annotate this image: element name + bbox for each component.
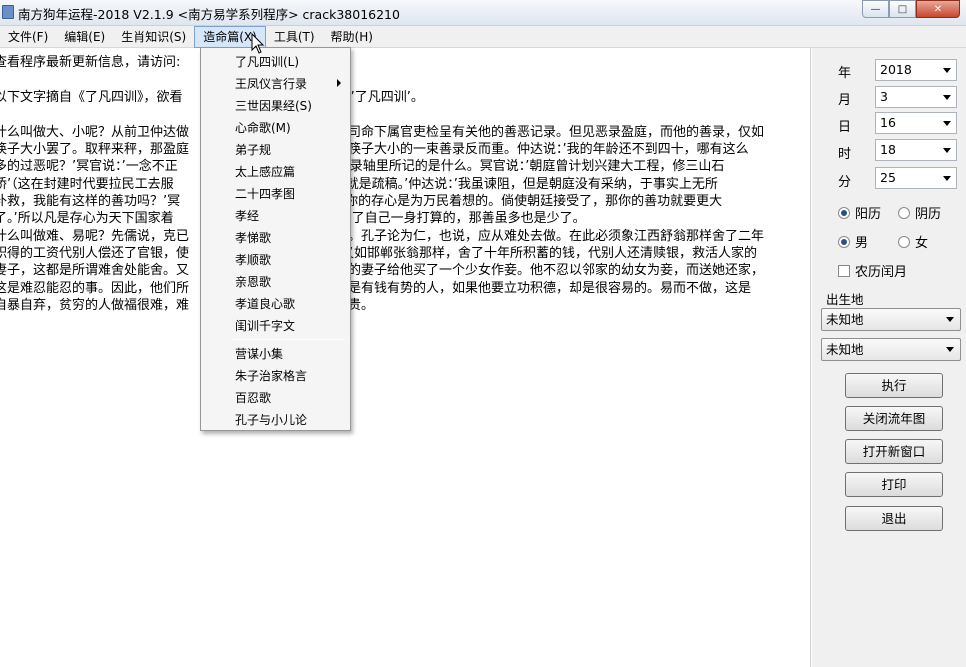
month-select[interactable]: 3 bbox=[875, 86, 957, 108]
radio-dot-icon bbox=[898, 206, 910, 219]
menu-bar: 文件(F) 编辑(E) 生肖知识(S) 造命篇(X) 工具(T) 帮助(H) bbox=[0, 26, 966, 48]
chevron-down-icon bbox=[943, 176, 951, 181]
menu-tools[interactable]: 工具(T) bbox=[266, 26, 323, 48]
menu-item-xinming-ge[interactable]: 心命歌(M) bbox=[235, 119, 291, 136]
menu-item-ershisi-xiao[interactable]: 二十四孝图 bbox=[235, 185, 295, 202]
window-controls: — □ ✕ bbox=[862, 0, 960, 18]
chevron-down-icon bbox=[943, 121, 951, 126]
text-line: 什么叫做大、小呢？从前卫仲达做 天司命下属官吏检呈有关他的善恶记录。但见恶录盈庭，… bbox=[0, 125, 765, 140]
minute-select[interactable]: 25 bbox=[875, 167, 957, 189]
month-label: 月 bbox=[838, 93, 852, 108]
text-line: 桥’（这在封建时代要拉民工去服 轴里就是疏稿。’仲达说：’我虽谏阻，但是朝庭没有采… bbox=[0, 177, 718, 192]
menu-item-wangfengyi[interactable]: 王凤仪言行录 bbox=[235, 75, 307, 92]
year-label: 年 bbox=[838, 66, 852, 81]
menu-help[interactable]: 帮助(H) bbox=[323, 26, 381, 48]
menu-file[interactable]: 文件(F) bbox=[0, 26, 56, 48]
birthplace-label: 出生地 bbox=[826, 292, 864, 307]
hour-label: 时 bbox=[838, 147, 852, 162]
year-select[interactable]: 2018 bbox=[875, 59, 957, 81]
hour-select[interactable]: 18 bbox=[875, 139, 957, 161]
minimize-button[interactable]: — bbox=[862, 0, 889, 18]
minute-label: 分 bbox=[838, 175, 852, 190]
app-icon bbox=[2, 5, 14, 19]
maximize-button[interactable]: □ bbox=[889, 0, 916, 18]
day-select[interactable]: 16 bbox=[875, 112, 957, 134]
menu-item-xiaoshun-ge[interactable]: 孝顺歌 bbox=[235, 251, 271, 268]
text-line: 妻子，这都是所谓难舍处能舍。又 他的妻子给他买了一个少女作妾。他不忍以邻家的幼女为… bbox=[0, 263, 765, 278]
menu-item-bairen-ge[interactable]: 百忍歌 bbox=[235, 389, 271, 406]
text-line: 筷子大小罢了。取秤来秤，那盈庭 像筷子大小的一束善录反而重。仲达说：’我的年龄还不… bbox=[0, 142, 749, 157]
close-button[interactable]: ✕ bbox=[916, 0, 960, 18]
radio-dot-icon bbox=[838, 206, 850, 219]
chevron-down-icon bbox=[943, 68, 951, 73]
chevron-down-icon bbox=[943, 148, 951, 153]
text-line: 补救，我能有这样的善功吗？’冥 但你的存心是为万民着想的。倘使朝廷接受了，那你的善… bbox=[0, 194, 723, 209]
checkbox-icon bbox=[838, 264, 850, 277]
day-label: 日 bbox=[838, 120, 852, 135]
mouse-cursor-icon bbox=[251, 33, 265, 54]
title-bar: 南方狗年运程-2018 V2.1.9 <南方易学系列程序> crack38016… bbox=[0, 0, 966, 26]
menu-item-qinen-ge[interactable]: 亲恩歌 bbox=[235, 273, 271, 290]
text-content-area[interactable]: 查看程序最新更新信息，请访问:om 以下文字摘自《了凡四训》，欲看’里的’了凡四… bbox=[0, 48, 811, 667]
menu-item-liaofan[interactable]: 了凡四训(L) bbox=[235, 53, 299, 70]
male-radio[interactable]: 男 bbox=[838, 232, 868, 251]
destiny-dropdown-menu: 了凡四训(L) 王凤仪言行录 三世因果经(S) 心命歌(M) 弟子规 太上感应篇… bbox=[200, 47, 351, 431]
menu-item-dizigui[interactable]: 弟子规 bbox=[235, 141, 271, 158]
menu-edit[interactable]: 编辑(E) bbox=[56, 26, 113, 48]
text-line: 什么叫做难、易呢？先儒说，克已 手。孔子论为仁，也说，应从难处去做。在此必须象江西… bbox=[0, 229, 765, 244]
chevron-down-icon bbox=[946, 347, 954, 352]
new-window-button[interactable]: 打开新窗口 bbox=[845, 439, 943, 464]
menu-item-taishang[interactable]: 太上感应篇 bbox=[235, 163, 295, 180]
menu-item-xiaojing[interactable]: 孝经 bbox=[235, 207, 259, 224]
settings-panel: 年 2018 月 3 日 16 时 18 分 25 阳历 阴历 男 女 农历闰月… bbox=[812, 48, 966, 667]
submenu-arrow-icon bbox=[337, 79, 341, 87]
radio-dot-icon bbox=[838, 235, 850, 248]
solar-calendar-radio[interactable]: 阳历 bbox=[838, 203, 881, 222]
run-button[interactable]: 执行 bbox=[845, 373, 943, 398]
exit-button[interactable]: 退出 bbox=[845, 506, 943, 531]
menu-item-sanshi-yinguo[interactable]: 三世因果经(S) bbox=[235, 97, 312, 114]
menu-item-yingmou[interactable]: 营谋小集 bbox=[235, 345, 283, 362]
menu-item-kongzi[interactable]: 孔子与小儿论 bbox=[235, 411, 307, 428]
close-chart-button[interactable]: 关闭流年图 bbox=[845, 406, 943, 431]
birthplace-city-select[interactable]: 未知地 bbox=[821, 338, 961, 361]
menu-item-zhuzi[interactable]: 朱子治家格言 bbox=[235, 367, 307, 384]
menu-item-xiaoti-ge[interactable]: 孝悌歌 bbox=[235, 229, 271, 246]
lunar-calendar-radio[interactable]: 阴历 bbox=[898, 203, 941, 222]
radio-dot-icon bbox=[898, 235, 910, 248]
window-title: 南方狗年运程-2018 V2.1.9 <南方易学系列程序> crack38016… bbox=[18, 7, 400, 22]
menu-zodiac-knowledge[interactable]: 生肖知识(S) bbox=[113, 26, 194, 48]
print-button[interactable]: 打印 bbox=[845, 472, 943, 497]
menu-item-guixun[interactable]: 闺训千字文 bbox=[235, 317, 295, 334]
leap-month-checkbox[interactable]: 农历闰月 bbox=[838, 261, 907, 280]
menu-item-xiaodao-ge[interactable]: 孝道良心歌 bbox=[235, 295, 295, 312]
text-line: 这是难忍能忍的事。因此，他们所 见是有钱有势的人，如果他要立功积德，却是很容易的。… bbox=[0, 281, 752, 296]
birthplace-province-select[interactable]: 未知地 bbox=[821, 308, 961, 331]
chevron-down-icon bbox=[943, 95, 951, 100]
text-line: 积得的工资代别人偿还了官银，使 又如邯郸张翁那样，舍了十年所积蓄的钱，代别人还清赎… bbox=[0, 246, 758, 261]
menu-separator bbox=[231, 339, 345, 340]
female-radio[interactable]: 女 bbox=[898, 232, 928, 251]
text-line: 多的过恶呢？’冥官说：’一念不正 问善录轴里所记的是什么。冥官说：’朝庭曾计划兴建… bbox=[0, 159, 725, 174]
chevron-down-icon bbox=[946, 317, 954, 322]
